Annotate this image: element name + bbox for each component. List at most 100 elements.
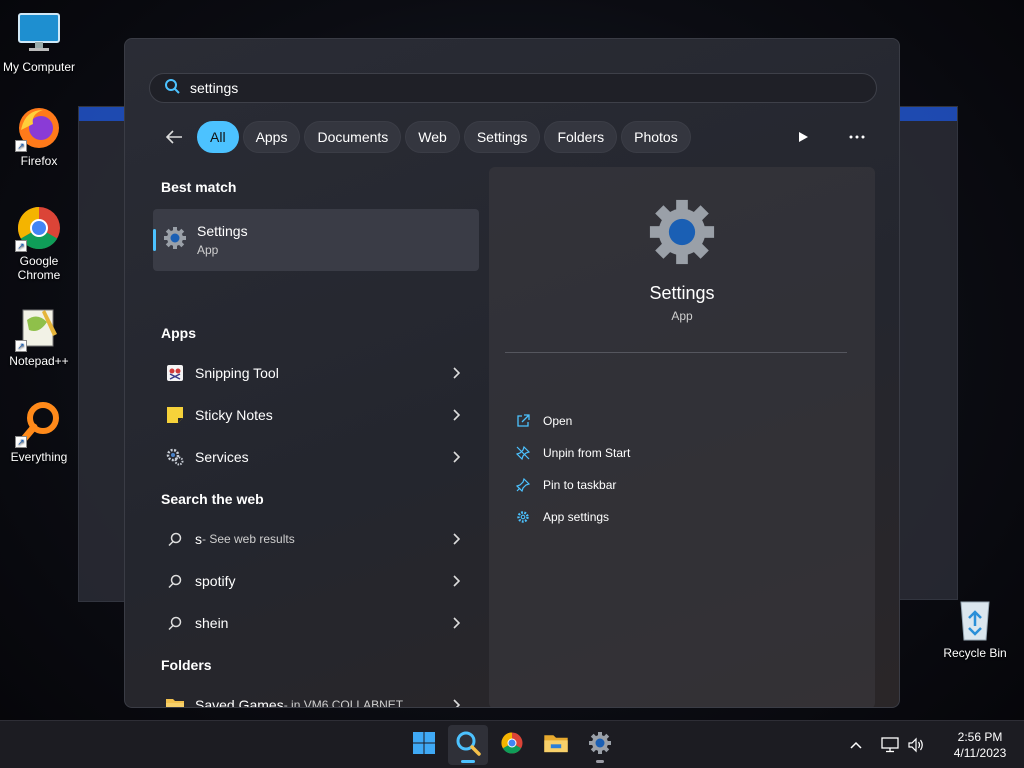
best-match-settings[interactable]: Settings App bbox=[153, 209, 479, 271]
search-input[interactable] bbox=[190, 80, 790, 96]
active-indicator bbox=[461, 760, 475, 763]
chevron-right-icon[interactable] bbox=[447, 406, 465, 424]
pin-icon bbox=[513, 475, 533, 495]
action-label: Unpin from Start bbox=[543, 446, 631, 460]
windows-logo-icon bbox=[412, 731, 436, 760]
taskbar-file-explorer-button[interactable] bbox=[536, 725, 576, 765]
search-icon bbox=[455, 730, 481, 761]
result-snipping-tool[interactable]: Snipping Tool bbox=[153, 355, 479, 391]
taskbar-clock[interactable]: 2:56 PM 4/11/2023 bbox=[942, 729, 1018, 761]
desktop-icon-label: Notepad++ bbox=[9, 354, 69, 368]
notepadpp-icon: ↗ bbox=[15, 304, 63, 352]
detail-app-name: Settings bbox=[649, 283, 715, 303]
settings-gear-icon bbox=[647, 197, 717, 267]
folder-name: Saved Games bbox=[195, 697, 284, 708]
shortcut-arrow-icon: ↗ bbox=[15, 240, 27, 252]
taskbar-search-button[interactable] bbox=[448, 725, 488, 765]
network-icon[interactable] bbox=[876, 737, 904, 753]
taskbar-start-button[interactable] bbox=[404, 725, 444, 765]
filter-documents[interactable]: Documents bbox=[304, 121, 402, 153]
action-label: App settings bbox=[543, 510, 610, 524]
taskbar: 2:56 PM 4/11/2023 bbox=[0, 720, 1024, 768]
filter-photos[interactable]: Photos bbox=[621, 121, 691, 153]
filter-apps[interactable]: Apps bbox=[242, 121, 301, 153]
chevron-right-icon[interactable] bbox=[447, 364, 465, 382]
result-label: Sticky Notes bbox=[195, 407, 273, 423]
folder-result-saved-games[interactable]: Saved Games - in VM6.COLLABNET bbox=[153, 687, 479, 708]
desktop-icon-chrome[interactable]: ↗ Google Chrome bbox=[2, 204, 76, 282]
result-label: Services bbox=[195, 449, 249, 465]
result-sticky-notes[interactable]: Sticky Notes bbox=[153, 397, 479, 433]
search-icon bbox=[165, 613, 185, 633]
chevron-right-icon[interactable] bbox=[447, 572, 465, 590]
desktop-icon-label: Recycle Bin bbox=[943, 646, 1007, 660]
gear-icon bbox=[513, 507, 533, 527]
volume-icon[interactable] bbox=[904, 737, 928, 753]
search-icon bbox=[165, 571, 185, 591]
open-external-icon bbox=[513, 411, 533, 431]
best-match-name: Settings bbox=[197, 223, 248, 239]
action-app-settings[interactable]: App settings bbox=[513, 505, 609, 529]
action-label: Open bbox=[543, 414, 573, 428]
section-title-search-web: Search the web bbox=[161, 491, 264, 507]
search-box[interactable] bbox=[149, 73, 877, 103]
sticky-notes-icon bbox=[165, 405, 185, 425]
action-open[interactable]: Open bbox=[513, 409, 572, 433]
taskbar-settings-button[interactable] bbox=[580, 725, 620, 765]
chrome-icon bbox=[500, 731, 524, 760]
desktop-icon-label: Google Chrome bbox=[17, 254, 61, 282]
filter-settings[interactable]: Settings bbox=[463, 121, 541, 153]
services-gears-icon bbox=[165, 447, 185, 467]
play-more-filters-icon[interactable] bbox=[791, 125, 815, 149]
filter-all[interactable]: All bbox=[197, 121, 239, 153]
back-arrow-icon[interactable] bbox=[161, 124, 187, 150]
action-pin-to-taskbar[interactable]: Pin to taskbar bbox=[513, 473, 616, 497]
web-result-s[interactable]: s - See web results bbox=[153, 521, 479, 557]
action-unpin-from-start[interactable]: Unpin from Start bbox=[513, 441, 630, 465]
desktop-icon-label: Everything bbox=[10, 450, 68, 464]
desktop-icon-notepadpp[interactable]: ↗ Notepad++ bbox=[2, 304, 76, 368]
desktop-icon-everything[interactable]: ↗ Everything bbox=[2, 400, 76, 464]
filter-folders[interactable]: Folders bbox=[544, 121, 618, 153]
result-services[interactable]: Services bbox=[153, 439, 479, 475]
shortcut-arrow-icon: ↗ bbox=[15, 340, 27, 352]
clock-time: 2:56 PM bbox=[957, 730, 1003, 744]
everything-search-icon: ↗ bbox=[15, 400, 63, 448]
chevron-right-icon[interactable] bbox=[447, 530, 465, 548]
web-result-term: spotify bbox=[195, 573, 236, 589]
search-icon bbox=[165, 529, 185, 549]
background-window-right bbox=[898, 106, 958, 600]
action-label: Pin to taskbar bbox=[543, 478, 617, 492]
web-result-term: shein bbox=[195, 615, 229, 631]
best-match-type: App bbox=[197, 243, 219, 257]
shortcut-arrow-icon: ↗ bbox=[15, 436, 27, 448]
search-filter-bar: All Apps Documents Web Settings Folders … bbox=[161, 121, 691, 153]
detail-app-type: App bbox=[671, 309, 693, 323]
folder-icon bbox=[543, 732, 569, 759]
chevron-right-icon[interactable] bbox=[447, 448, 465, 466]
section-title-best-match: Best match bbox=[161, 179, 237, 195]
desktop-icon-my-computer[interactable]: My Computer bbox=[2, 10, 76, 74]
desktop-icon-recycle-bin[interactable]: Recycle Bin bbox=[940, 596, 1010, 660]
chevron-right-icon[interactable] bbox=[447, 696, 465, 707]
chevron-up-icon[interactable] bbox=[844, 741, 868, 749]
result-detail-pane: Settings App Open Unpin from Start Pin t… bbox=[489, 167, 875, 707]
web-result-shein[interactable]: shein bbox=[153, 605, 479, 641]
section-title-folders: Folders bbox=[161, 657, 212, 673]
desktop-icon-label: Firefox bbox=[20, 154, 58, 168]
shortcut-arrow-icon: ↗ bbox=[15, 140, 27, 152]
more-options-icon[interactable] bbox=[845, 125, 869, 149]
firefox-icon: ↗ bbox=[15, 104, 63, 152]
system-tray: 2:56 PM 4/11/2023 bbox=[844, 721, 1024, 768]
chevron-right-icon[interactable] bbox=[447, 614, 465, 632]
desktop-icon-label: My Computer bbox=[2, 60, 76, 74]
web-result-term: s bbox=[195, 531, 202, 547]
desktop-icon-firefox[interactable]: ↗ Firefox bbox=[2, 104, 76, 168]
recycle-bin-icon bbox=[951, 596, 999, 644]
web-result-spotify[interactable]: spotify bbox=[153, 563, 479, 599]
running-indicator bbox=[596, 760, 604, 763]
folder-location: - in VM6.COLLABNET bbox=[283, 698, 404, 708]
filter-web[interactable]: Web bbox=[405, 121, 460, 153]
result-label: Snipping Tool bbox=[195, 365, 279, 381]
taskbar-chrome-button[interactable] bbox=[492, 725, 532, 765]
